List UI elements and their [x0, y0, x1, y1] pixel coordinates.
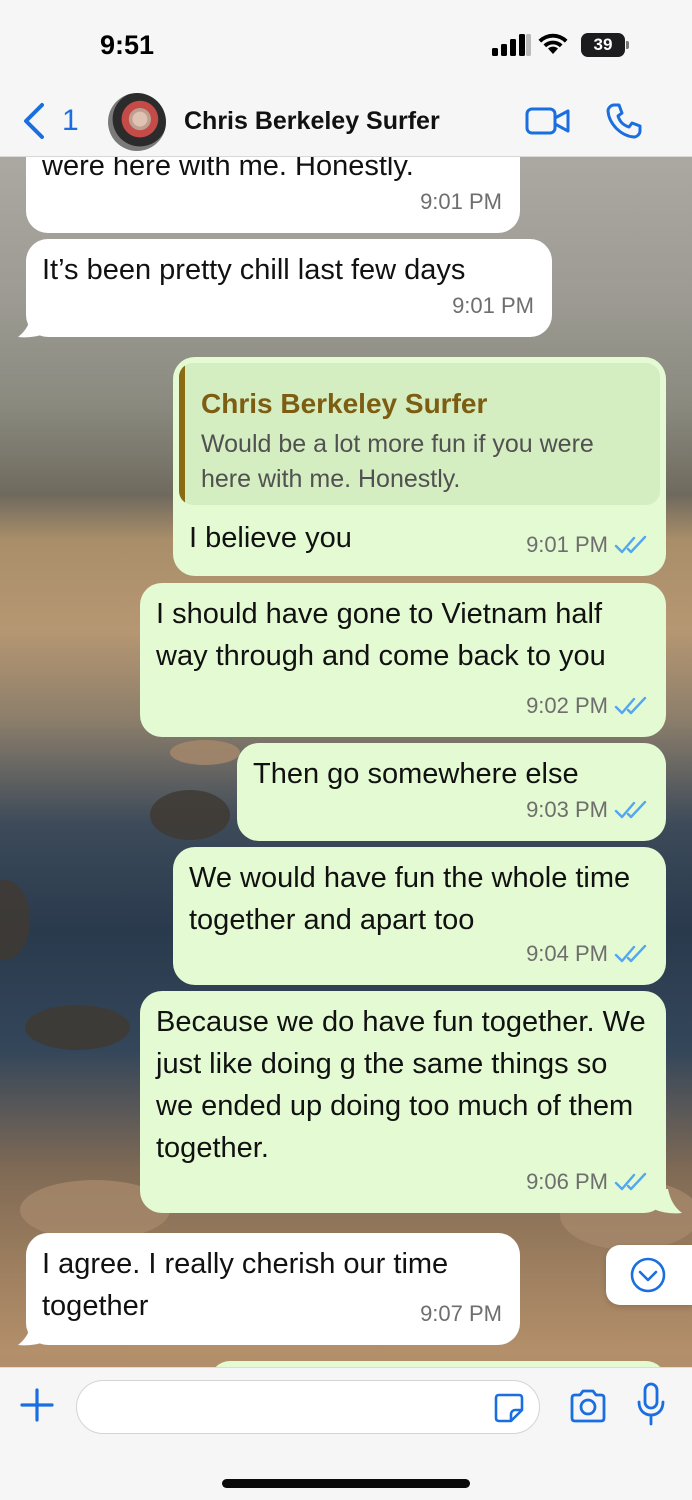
message-bubble-outgoing[interactable]: Because we do have fun together. We just… — [140, 991, 666, 1213]
message-time: 9:04 PM — [526, 941, 608, 966]
message-meta: 9:01 PM — [526, 524, 648, 566]
read-ticks-icon — [614, 535, 647, 554]
message-bubble-incoming[interactable]: It’s been pretty chill last few days 9:0… — [26, 239, 552, 337]
contact-avatar[interactable] — [108, 93, 166, 151]
unread-count: 1 — [62, 104, 79, 137]
contact-name[interactable]: Chris Berkeley Surfer — [184, 107, 440, 136]
status-bar: 9:51 39 — [0, 0, 692, 90]
bubble-tail — [18, 1321, 46, 1346]
message-time: 9:03 PM — [526, 797, 608, 822]
message-bubble-outgoing[interactable]: Then go somewhere else 9:03 PM — [237, 743, 666, 841]
battery-level: 39 — [581, 33, 625, 57]
plus-icon[interactable] — [18, 1386, 56, 1424]
message-bubble-outgoing[interactable]: Chris Berkeley Surfer Would be a lot mor… — [173, 357, 666, 576]
back-button[interactable]: 1 — [20, 100, 90, 142]
message-input-container[interactable] — [76, 1380, 540, 1434]
quoted-reply[interactable]: Chris Berkeley Surfer Would be a lot mor… — [179, 363, 660, 505]
home-indicator — [222, 1479, 470, 1488]
message-time: 9:01 PM — [526, 532, 608, 557]
message-meta: 9:02 PM — [526, 685, 648, 727]
message-meta: 9:06 PM — [526, 1161, 648, 1203]
sticker-icon[interactable] — [493, 1392, 525, 1424]
message-time: 9:01 PM — [420, 189, 502, 214]
message-meta: 9:04 PM — [526, 933, 648, 975]
read-ticks-icon — [614, 800, 647, 819]
message-time: 9:01 PM — [452, 293, 534, 318]
wifi-icon — [538, 33, 568, 54]
message-time: 9:02 PM — [526, 693, 608, 718]
read-ticks-icon — [614, 944, 647, 963]
message-list[interactable]: were here with me. Honestly. 9:01 PM It’… — [0, 157, 692, 1367]
quoted-text: Would be a lot more fun if you were here… — [201, 430, 594, 493]
scroll-to-bottom-button[interactable] — [606, 1245, 692, 1305]
message-bubble-incoming[interactable]: were here with me. Honestly. 9:01 PM — [26, 157, 520, 233]
message-text: I should have gone to Vietnam half way t… — [156, 598, 606, 672]
phone-icon[interactable] — [605, 102, 643, 140]
quote-accent-bar — [179, 363, 185, 505]
back-chevron-icon — [24, 103, 44, 139]
camera-icon[interactable] — [568, 1388, 608, 1424]
message-meta: 9:01 PM — [452, 285, 534, 327]
read-ticks-icon — [614, 1172, 647, 1191]
message-time: 9:07 PM — [420, 1301, 502, 1326]
battery-nub — [626, 41, 629, 49]
cellular-signal-icon — [492, 34, 531, 56]
battery-indicator: 39 — [581, 33, 629, 57]
message-meta: 9:01 PM — [420, 181, 502, 223]
bubble-tail — [654, 1189, 682, 1214]
message-meta: 9:03 PM — [526, 789, 648, 831]
microphone-icon[interactable] — [636, 1382, 666, 1426]
quoted-sender: Chris Berkeley Surfer — [201, 388, 488, 419]
message-text: Because we do have fun together. We just… — [156, 1006, 646, 1164]
video-call-icon[interactable] — [525, 105, 571, 137]
message-input[interactable] — [95, 1389, 485, 1425]
message-bubble-incoming[interactable]: I agree. I really cherish our time toget… — [26, 1233, 520, 1345]
message-text: We would have fun the whole time togethe… — [189, 862, 631, 936]
status-time: 9:51 — [100, 30, 155, 60]
message-bubble-outgoing[interactable]: I should have gone to Vietnam half way t… — [140, 583, 666, 737]
message-time: 9:06 PM — [526, 1169, 608, 1194]
message-meta: 9:07 PM — [420, 1293, 502, 1335]
read-ticks-icon — [614, 696, 647, 715]
scroll-down-icon — [630, 1257, 666, 1293]
message-bubble-outgoing[interactable]: We would have fun the whole time togethe… — [173, 847, 666, 985]
bubble-tail — [18, 313, 46, 338]
chat-header: 1 Chris Berkeley Surfer — [0, 90, 692, 157]
